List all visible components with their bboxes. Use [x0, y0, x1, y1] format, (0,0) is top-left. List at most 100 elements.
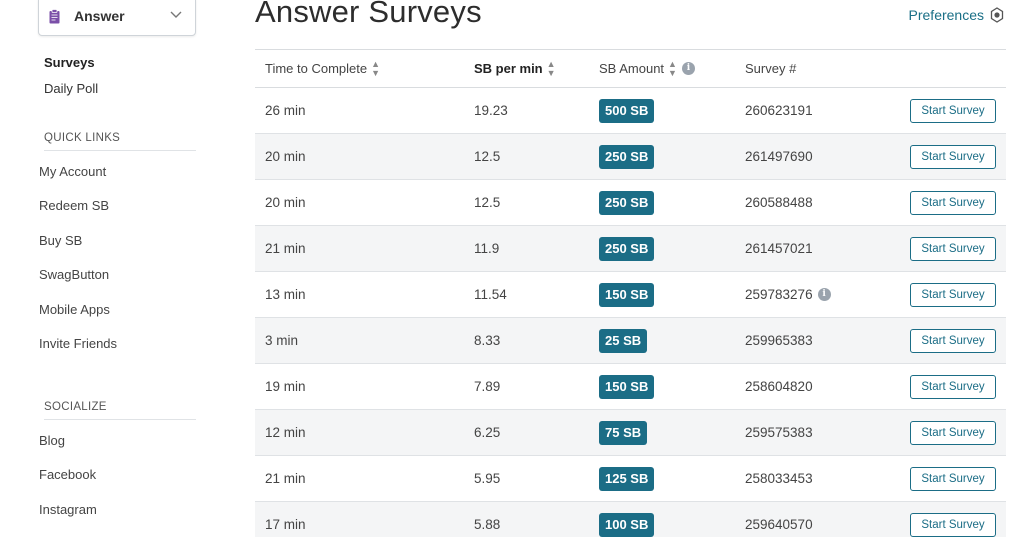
survey-number-cell: 261497690 — [745, 149, 813, 164]
sb-per-min: 5.88 — [474, 517, 501, 532]
column-label: SB Amount — [599, 61, 665, 76]
sb-amount-badge: 125 SB — [599, 467, 655, 491]
start-survey-button[interactable]: Start Survey — [910, 421, 996, 445]
sb-amount-badge: 100 SB — [599, 513, 655, 537]
time-to-complete: 12 min — [265, 425, 306, 440]
sb-amount-badge: 250 SB — [599, 191, 655, 215]
link-instagram[interactable]: Instagram — [39, 502, 97, 517]
page-title: Answer Surveys — [255, 0, 482, 29]
start-survey-button[interactable]: Start Survey — [910, 283, 996, 307]
clipboard-icon — [49, 8, 60, 24]
time-to-complete: 20 min — [265, 149, 306, 164]
column-survey-number: Survey # — [745, 61, 796, 76]
sb-amount-badge: 250 SB — [599, 237, 655, 261]
sb-per-min: 12.5 — [474, 195, 501, 210]
column-label: Survey # — [745, 61, 797, 76]
link-facebook[interactable]: Facebook — [39, 467, 96, 482]
table-row: 21 min 11.9 250 SB 261457021 Start Survey — [255, 226, 1006, 272]
table-header: Time to Complete ▲ ▼ SB per min ▲ ▼ SB Amo… — [255, 50, 1006, 88]
survey-number-cell: 260588488 — [745, 195, 813, 210]
sort-icon: ▲ ▼ — [668, 58, 677, 78]
time-to-complete: 21 min — [265, 471, 306, 486]
time-to-complete: 21 min — [265, 241, 306, 256]
sb-per-min: 8.33 — [474, 333, 501, 348]
sb-amount-badge: 75 SB — [599, 421, 648, 445]
start-survey-button[interactable]: Start Survey — [910, 329, 996, 353]
link-mobile-apps[interactable]: Mobile Apps — [39, 302, 110, 317]
column-sb-amount[interactable]: SB Amount ▲ ▼ i — [599, 58, 695, 78]
link-buy-sb[interactable]: Buy SB — [39, 233, 82, 248]
nav-daily-poll[interactable]: Daily Poll — [44, 81, 98, 96]
survey-number-cell: 259640570 — [745, 517, 813, 532]
preferences-link[interactable]: Preferences — [909, 7, 1005, 23]
survey-number: 258033453 — [745, 471, 813, 486]
start-survey-button[interactable]: Start Survey — [910, 237, 996, 261]
survey-number: 261457021 — [745, 241, 813, 256]
table-row: 3 min 8.33 25 SB 259965383 Start Survey — [255, 318, 1006, 364]
link-redeem-sb[interactable]: Redeem SB — [39, 198, 109, 213]
nav-surveys[interactable]: Surveys — [44, 55, 95, 70]
survey-number: 259575383 — [745, 425, 813, 440]
survey-number-cell: 259965383 — [745, 333, 813, 348]
sb-per-min: 7.89 — [474, 379, 501, 394]
info-icon[interactable]: i — [681, 62, 695, 75]
sb-amount-badge: 25 SB — [599, 329, 648, 353]
table-row: 13 min 11.54 150 SB 259783276 i Start Survey — [255, 272, 1006, 318]
survey-number-cell: 259783276 i — [745, 287, 831, 302]
start-survey-button[interactable]: Start Survey — [910, 145, 996, 169]
column-label: Time to Complete — [265, 61, 368, 76]
survey-number: 259640570 — [745, 517, 813, 532]
time-to-complete: 26 min — [265, 103, 306, 118]
survey-number: 259783276 — [745, 287, 813, 302]
quick-links-heading: QUICK LINKS — [44, 132, 196, 151]
start-survey-button[interactable]: Start Survey — [910, 513, 996, 537]
link-my-account[interactable]: My Account — [39, 164, 106, 179]
time-to-complete: 19 min — [265, 379, 306, 394]
table-row: 19 min 7.89 150 SB 258604820 Start Survey — [255, 364, 1006, 410]
time-to-complete: 3 min — [265, 333, 299, 348]
time-to-complete: 17 min — [265, 517, 306, 532]
surveys-table: Time to Complete ▲ ▼ SB per min ▲ ▼ SB Amo… — [255, 49, 1006, 537]
sb-amount-badge: 250 SB — [599, 145, 655, 169]
link-blog[interactable]: Blog — [39, 433, 65, 448]
dropdown-label: Answer — [74, 8, 125, 24]
sb-per-min: 11.9 — [474, 241, 500, 256]
link-swagbutton[interactable]: SwagButton — [39, 267, 109, 282]
survey-number-cell: 260623191 — [745, 103, 813, 118]
table-row: 20 min 12.5 250 SB 261497690 Start Survey — [255, 134, 1006, 180]
sb-per-min: 12.5 — [474, 149, 501, 164]
start-survey-button[interactable]: Start Survey — [910, 467, 996, 491]
time-to-complete: 13 min — [265, 287, 306, 302]
sb-amount-badge: 150 SB — [599, 283, 655, 307]
table-row: 21 min 5.95 125 SB 258033453 Start Survey — [255, 456, 1006, 502]
survey-number-cell: 261457021 — [745, 241, 813, 256]
survey-category-dropdown[interactable]: Answer — [38, 0, 196, 36]
table-row: 20 min 12.5 250 SB 260588488 Start Survey — [255, 180, 1006, 226]
link-invite-friends[interactable]: Invite Friends — [39, 336, 117, 351]
start-survey-button[interactable]: Start Survey — [910, 191, 996, 215]
chevron-down-icon — [170, 11, 182, 18]
column-sb-per-min[interactable]: SB per min ▲ ▼ — [474, 58, 556, 78]
survey-number-cell: 258033453 — [745, 471, 813, 486]
table-row: 26 min 19.23 500 SB 260623191 Start Survey — [255, 88, 1006, 134]
table-body: 26 min 19.23 500 SB 260623191 Start Survey 20… — [255, 88, 1006, 537]
gear-icon — [990, 7, 1004, 23]
column-time-to-complete[interactable]: Time to Complete ▲ ▼ — [265, 58, 381, 78]
sb-per-min: 5.95 — [474, 471, 501, 486]
sort-icon: ▲ ▼ — [371, 58, 381, 78]
start-survey-button[interactable]: Start Survey — [910, 375, 996, 399]
survey-number: 260588488 — [745, 195, 813, 210]
sort-icon: ▲ ▼ — [546, 58, 556, 78]
preferences-label: Preferences — [908, 7, 984, 23]
table-row: 17 min 5.88 100 SB 259640570 Start Survey — [255, 502, 1006, 537]
table-row: 12 min 6.25 75 SB 259575383 Start Survey — [255, 410, 1006, 456]
survey-number-cell: 259575383 — [745, 425, 813, 440]
info-icon[interactable]: i — [817, 288, 831, 301]
sb-per-min: 19.23 — [474, 103, 508, 118]
sb-per-min: 6.25 — [474, 425, 501, 440]
socialize-heading: SOCIALIZE — [44, 401, 196, 420]
column-label: SB per min — [474, 61, 543, 76]
survey-number: 260623191 — [745, 103, 813, 118]
survey-number: 261497690 — [745, 149, 813, 164]
start-survey-button[interactable]: Start Survey — [910, 99, 996, 123]
